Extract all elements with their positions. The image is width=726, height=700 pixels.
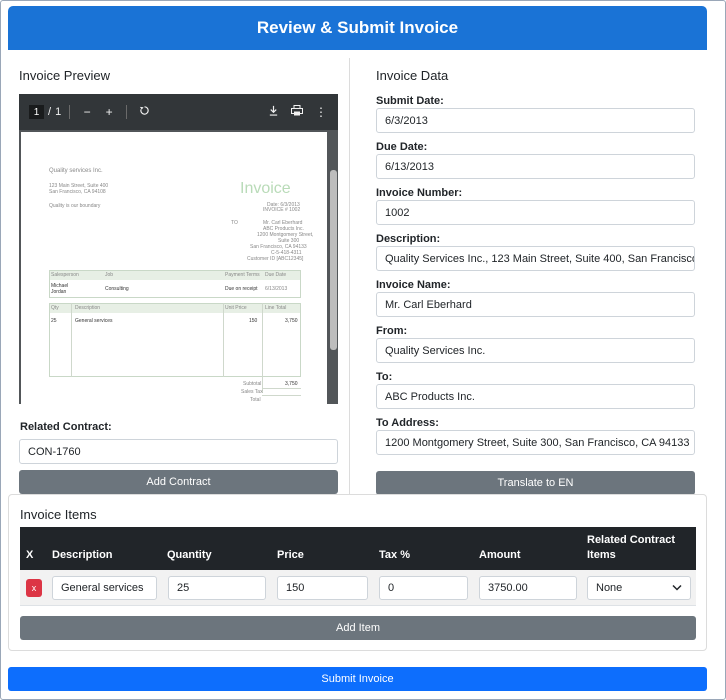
- toolbar-divider: [69, 105, 71, 119]
- col-description: Description: [52, 549, 113, 561]
- page-header: Review & Submit Invoice: [8, 6, 707, 50]
- doc-th: Due Date: [265, 272, 287, 278]
- item-description-input[interactable]: General services: [52, 576, 157, 600]
- doc-col-line: [223, 303, 224, 377]
- doc-th: Salesperson: [51, 272, 79, 278]
- doc-row-line: [262, 395, 301, 396]
- doc-heading: Invoice: [240, 180, 291, 197]
- item-amount-input[interactable]: 3750.00: [479, 576, 577, 600]
- col-amount: Amount: [479, 549, 521, 561]
- col-x: X: [26, 549, 34, 561]
- related-contract-input[interactable]: CON-1760: [19, 439, 338, 464]
- doc-table-header: [50, 271, 300, 280]
- to-address-input[interactable]: 1200 Montgomery Street, Suite 300, San F…: [376, 430, 695, 455]
- doc-td: Michael Jordan: [51, 283, 69, 295]
- doc-to-label: TO: [231, 220, 238, 226]
- doc-th: Qty: [51, 305, 59, 311]
- invoice-preview-title: Invoice Preview: [19, 68, 111, 83]
- pdf-viewer[interactable]: 1 / 1 − + ⋮ Quality services Inc. 123 Ma…: [19, 94, 338, 404]
- items-table-header: X Description Quantity Price Tax % Amoun…: [20, 527, 696, 570]
- doc-td: Consulting: [105, 286, 129, 292]
- to-label: To:: [376, 371, 393, 383]
- col-related-line1: Related Contract: [587, 534, 676, 546]
- doc-job-table: [49, 270, 301, 298]
- description-label: Description:: [376, 233, 441, 245]
- doc-total-label: Total: [250, 397, 261, 403]
- col-price: Price: [277, 549, 304, 561]
- page-title: Review & Submit Invoice: [256, 18, 459, 37]
- translate-button[interactable]: Translate to EN: [376, 471, 695, 495]
- doc-subtotal-label: Subtotal: [243, 381, 262, 387]
- to-address-label: To Address:: [376, 417, 439, 429]
- zoom-in-icon[interactable]: +: [100, 105, 118, 119]
- doc-td: 150: [249, 318, 258, 324]
- remove-item-button[interactable]: x: [26, 579, 42, 597]
- doc-th: Line Total: [265, 305, 287, 311]
- doc-company: Quality services Inc.: [49, 168, 103, 174]
- page-total: 1: [55, 106, 62, 118]
- zoom-out-icon[interactable]: −: [78, 105, 96, 119]
- invoice-name-input[interactable]: Mr. Carl Eberhard: [376, 292, 695, 317]
- pdf-scrollbar[interactable]: [330, 170, 337, 350]
- doc-subtotal-value: 3,750: [285, 381, 298, 387]
- submit-invoice-button[interactable]: Submit Invoice: [8, 667, 707, 691]
- doc-addr2: San Francisco, CA 94108: [49, 189, 106, 195]
- chevron-down-icon: [672, 582, 682, 594]
- download-icon[interactable]: [264, 105, 282, 119]
- rotate-icon[interactable]: [135, 105, 153, 119]
- doc-to-line: Customer ID [ABC12345]: [247, 256, 304, 262]
- to-input[interactable]: ABC Products Inc.: [376, 384, 695, 409]
- table-row: x General services 25 150 0 3750.00 None: [20, 570, 696, 606]
- from-input[interactable]: Quality Services Inc.: [376, 338, 695, 363]
- related-contract-value: None: [596, 582, 623, 594]
- col-related-line2: Items: [587, 549, 616, 561]
- description-input[interactable]: Quality Services Inc., 123 Main Street, …: [376, 246, 695, 271]
- from-label: From:: [376, 325, 408, 337]
- doc-th: Description: [75, 305, 101, 311]
- doc-row-line: [262, 388, 301, 389]
- doc-col-line: [262, 303, 263, 393]
- doc-tax-label: Sales Tax: [241, 389, 263, 395]
- item-quantity-input[interactable]: 25: [168, 576, 266, 600]
- submit-date-input[interactable]: 6/3/2013: [376, 108, 695, 133]
- invoice-name-label: Invoice Name:: [376, 279, 451, 291]
- add-item-button[interactable]: Add Item: [20, 616, 696, 640]
- doc-col-line: [71, 303, 72, 377]
- add-contract-button[interactable]: Add Contract: [19, 470, 338, 494]
- pdf-canvas: Quality services Inc. 123 Main Street, S…: [19, 130, 338, 404]
- invoice-items-title: Invoice Items: [20, 507, 97, 522]
- col-tax: Tax %: [379, 549, 410, 561]
- item-price-input[interactable]: 150: [277, 576, 368, 600]
- doc-td: 6/13/2013: [265, 286, 288, 292]
- due-date-input[interactable]: 6/13/2013: [376, 154, 695, 179]
- doc-tagline: Quality is our boundary: [49, 203, 101, 209]
- col-quantity: Quantity: [167, 549, 212, 561]
- doc-th: Unit Price: [225, 305, 247, 311]
- doc-items-table: [49, 303, 301, 377]
- related-contract-select[interactable]: None: [587, 576, 691, 600]
- print-icon[interactable]: [288, 105, 306, 119]
- invoice-number-input[interactable]: 1002: [376, 200, 695, 225]
- pdf-page: Quality services Inc. 123 Main Street, S…: [21, 132, 327, 404]
- doc-th: Job: [105, 272, 114, 278]
- page-number-input[interactable]: 1: [29, 105, 44, 119]
- doc-td: 25: [51, 318, 57, 324]
- more-options-icon[interactable]: ⋮: [312, 105, 330, 119]
- submit-date-label: Submit Date:: [376, 95, 444, 107]
- invoice-data-title: Invoice Data: [376, 68, 449, 83]
- page-separator: /: [48, 106, 52, 118]
- doc-th: Payment Terms: [225, 272, 260, 278]
- item-tax-input[interactable]: 0: [379, 576, 468, 600]
- doc-invoice-no: INVOICE # 1002: [263, 207, 301, 213]
- due-date-label: Due Date:: [376, 141, 428, 153]
- doc-td: General services: [75, 318, 113, 324]
- toolbar-divider: [126, 105, 128, 119]
- doc-td: Due on receipt: [225, 286, 258, 292]
- pdf-toolbar: 1 / 1 − + ⋮: [19, 94, 338, 130]
- doc-td: 3,750: [285, 318, 298, 324]
- invoice-items-card: Invoice Items X Description Quantity Pri…: [8, 494, 707, 651]
- invoice-number-label: Invoice Number:: [376, 187, 463, 199]
- related-contract-label: Related Contract:: [20, 421, 112, 433]
